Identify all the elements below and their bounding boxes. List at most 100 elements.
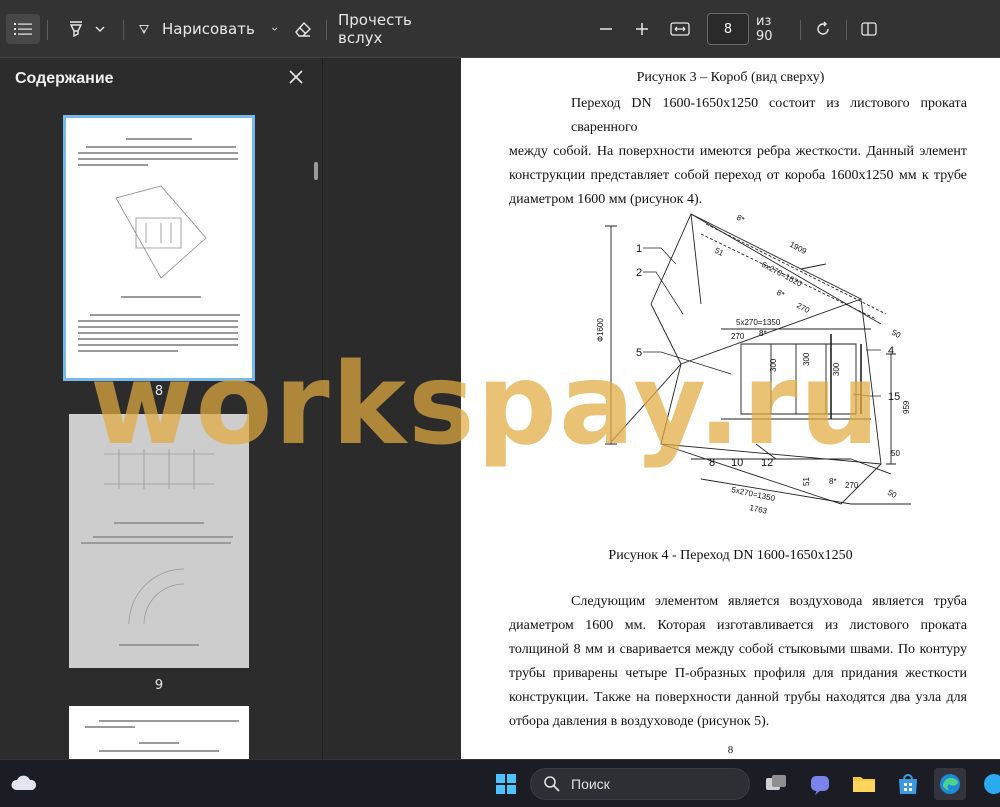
thumbnail-label: 8 xyxy=(154,384,164,399)
edge-button[interactable] xyxy=(934,768,966,800)
rotate-button[interactable] xyxy=(810,14,836,44)
text-line: отбора давления в воздуховоде (рисунок 5… xyxy=(509,714,770,729)
page-view-button[interactable] xyxy=(856,14,882,44)
svg-text:300: 300 xyxy=(802,352,811,366)
eraser-icon xyxy=(295,21,311,37)
thumbnail-drawing xyxy=(115,185,207,279)
erase-button[interactable] xyxy=(288,14,318,44)
toolbar-separator xyxy=(800,20,801,40)
svg-text:8*: 8* xyxy=(735,213,746,224)
close-contents-button[interactable] xyxy=(285,66,307,88)
svg-text:270: 270 xyxy=(845,481,859,490)
telegram-icon xyxy=(984,774,1000,794)
svg-text:1763: 1763 xyxy=(749,503,769,516)
telegram-button[interactable] xyxy=(978,768,1000,800)
folder-icon xyxy=(853,777,875,792)
svg-text:270: 270 xyxy=(731,332,745,341)
svg-text:15: 15 xyxy=(888,391,900,403)
toolbar-separator xyxy=(123,20,124,40)
teams-chat-button[interactable] xyxy=(804,768,836,800)
read-aloud-button[interactable]: Прочесть вслух xyxy=(338,11,446,47)
dimension-label: Ф1600 xyxy=(596,318,605,342)
svg-text:4: 4 xyxy=(888,345,894,357)
svg-text:51: 51 xyxy=(713,246,726,258)
thumbnail-drawing xyxy=(128,568,185,625)
zoom-in-button[interactable] xyxy=(630,14,654,44)
zoom-out-button[interactable] xyxy=(594,14,618,44)
taskbar: Поиск xyxy=(0,759,1000,807)
plus-icon xyxy=(636,23,648,35)
svg-text:12: 12 xyxy=(761,457,773,469)
figure-4-drawing: Ф1600 1909 6х270=1620 51 8* 8* 270 50 5х… xyxy=(596,213,911,516)
close-icon xyxy=(289,70,303,84)
svg-text:8*: 8* xyxy=(775,288,786,299)
book-view-icon xyxy=(861,22,877,36)
highlighter-icon xyxy=(69,21,83,38)
svg-text:5х270=1350: 5х270=1350 xyxy=(736,318,781,327)
task-view-button[interactable] xyxy=(760,768,792,800)
text-line: диаметром 1600 мм. Которая изготавливает… xyxy=(509,618,967,633)
text-line: конструкции представляет собой переход о… xyxy=(509,168,967,183)
svg-text:300: 300 xyxy=(832,362,841,376)
svg-text:1: 1 xyxy=(636,243,642,255)
svg-text:8*: 8* xyxy=(759,329,767,338)
svg-text:51: 51 xyxy=(802,477,811,486)
page-number-input[interactable]: 8 xyxy=(707,13,749,45)
cloud-icon xyxy=(11,775,37,790)
sidebar-scrollbar[interactable] xyxy=(314,162,318,180)
svg-text:300: 300 xyxy=(769,358,778,372)
paragraph-1: Переход DN 1600-1650х1250 состоит из лис… xyxy=(509,92,967,212)
page-number: 8 xyxy=(727,744,734,756)
text-line: толщиной 8 мм и сваривается между собой … xyxy=(509,642,967,657)
minus-icon xyxy=(600,28,612,30)
draw-label: Нарисовать xyxy=(162,20,255,38)
document-page: Рисунок 3 – Короб (вид сверху) Переход D… xyxy=(461,58,1000,759)
thumbnail-drawing xyxy=(104,449,214,489)
task-view-icon xyxy=(766,775,786,790)
svg-text:2: 2 xyxy=(636,267,642,279)
reader-toolbar: Нарисовать Прочесть вслух 8 из 90 xyxy=(0,0,1000,58)
svg-text:8*: 8* xyxy=(829,477,837,486)
chat-icon xyxy=(811,776,829,795)
toolbar-separator xyxy=(846,20,847,40)
text-line: трубы приварены четыре П-образных профил… xyxy=(509,666,967,681)
chevron-down-icon xyxy=(95,26,105,32)
draw-button[interactable]: Нарисовать xyxy=(138,14,278,44)
store-button[interactable] xyxy=(892,768,924,800)
svg-text:10: 10 xyxy=(731,457,743,469)
contents-toggle-button[interactable] xyxy=(6,14,40,44)
fit-width-button[interactable] xyxy=(666,14,694,44)
page-thumbnail-9[interactable] xyxy=(69,414,249,668)
svg-text:5: 5 xyxy=(636,347,642,359)
highlight-button[interactable] xyxy=(60,14,112,44)
figure-4-caption: Рисунок 4 - Переход DN 1600-1650х1250 xyxy=(608,548,853,563)
paragraph-2: Следующим элементом является воздуховода… xyxy=(509,590,967,734)
document-viewer[interactable]: Рисунок 3 – Короб (вид сверху) Переход D… xyxy=(324,58,1000,759)
weather-widget[interactable] xyxy=(8,768,40,800)
page-thumbnail-10[interactable] xyxy=(69,706,249,759)
svg-text:8: 8 xyxy=(709,457,715,469)
pen-icon xyxy=(139,24,149,35)
contents-panel: Содержание 8 9 xyxy=(0,58,323,759)
windows-logo-icon xyxy=(496,774,516,794)
edge-icon xyxy=(940,774,960,794)
svg-text:50: 50 xyxy=(891,449,900,458)
thumbnail-label: 9 xyxy=(154,678,164,693)
page-total-label: из 90 xyxy=(756,14,773,44)
page-thumbnail-8[interactable] xyxy=(63,115,255,381)
figure-3-caption: Рисунок 3 – Короб (вид сверху) xyxy=(636,70,825,85)
toolbar-separator xyxy=(47,20,48,40)
file-explorer-button[interactable] xyxy=(848,768,880,800)
rotate-icon xyxy=(817,21,829,35)
svg-text:50: 50 xyxy=(890,328,903,340)
list-icon xyxy=(14,23,32,35)
taskbar-search[interactable]: Поиск xyxy=(530,768,750,800)
search-label: Поиск xyxy=(571,776,610,792)
contents-title: Содержание xyxy=(15,70,114,87)
store-icon xyxy=(899,774,917,794)
chevron-down-icon xyxy=(271,27,278,31)
fit-width-icon xyxy=(670,22,690,36)
start-button[interactable] xyxy=(490,768,522,800)
text-line: между собой. На поверхности имеются ребр… xyxy=(509,144,967,159)
text-line: Следующим элементом является воздуховода… xyxy=(571,594,967,609)
